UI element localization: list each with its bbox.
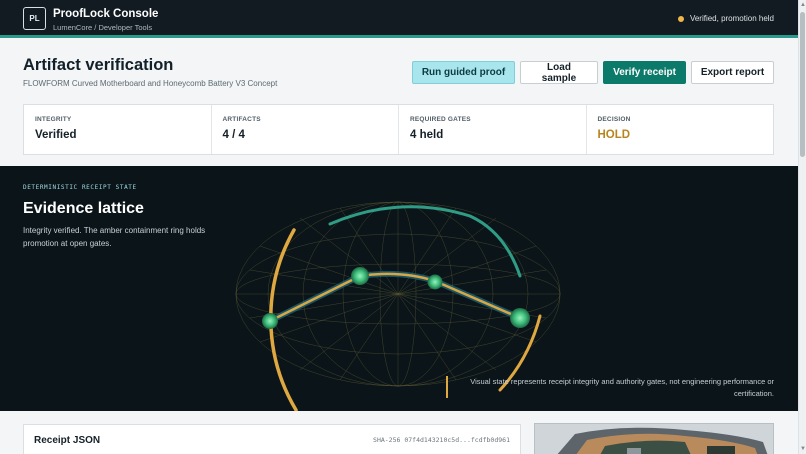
concept-image [534,423,774,454]
lattice-wireframe [235,201,561,387]
decision-badge: HOLD [597,129,631,141]
evidence-node [351,267,369,285]
app-logo: PL [23,7,46,30]
stat-value: 4 held [410,129,444,141]
hero-description: Integrity verified. The amber containmen… [23,226,206,248]
evidence-path-glow [267,270,523,324]
status-indicator: Verified, promotion held [677,14,774,23]
receipt-title: Receipt JSON [34,435,101,446]
app-title: ProofLock Console [53,8,159,20]
scroll-down-icon[interactable]: ▼ [799,445,806,453]
evidence-node [427,274,443,290]
evidence-node [262,313,278,329]
hero-disclaimer: Visual state represents receipt integrit… [470,377,774,398]
teal-arc-top [328,205,522,278]
page-scrollbar[interactable]: ▲ ▼ [798,0,806,454]
stat-integrity: INTEGRITY Verified [24,105,212,154]
stat-required-gates: REQUIRED GATES 4 held [399,105,587,154]
motherboard-render [535,424,773,454]
stat-value: 4 / 4 [222,129,245,141]
stat-artifacts: ARTIFACTS 4 / 4 [212,105,399,154]
hero-eyebrow: DETERMINISTIC RECEIPT STATE [23,184,137,191]
stat-label: REQUIRED GATES [410,116,471,123]
top-bar: PL ProofLock Console LumenCore / Develop… [0,0,798,38]
export-report-button[interactable]: Export report [691,61,774,84]
hero-title: Evidence lattice [23,200,144,217]
stat-value: Verified [35,129,77,141]
load-sample-button[interactable]: Load sample [520,61,598,84]
receipt-hash: SHA-256 07f4d143210c5d...fcdfb0d961 [373,436,510,444]
status-text: Verified, promotion held [689,14,774,23]
receipt-json-panel: Receipt JSON SHA-256 07f4d143210c5d...fc… [23,424,521,454]
evidence-node [510,308,530,328]
status-dot-icon [677,15,684,22]
app-breadcrumb: LumenCore / Developer Tools [53,23,153,32]
scroll-up-icon[interactable]: ▲ [799,1,806,9]
evidence-lattice-panel: DETERMINISTIC RECEIPT STATE Evidence lat… [0,166,798,411]
stat-label: ARTIFACTS [222,116,261,123]
stat-decision: DECISION HOLD [587,105,774,154]
stat-label: DECISION [597,116,631,123]
page-subtitle: FLOWFORM Curved Motherboard and Honeycom… [23,79,278,88]
verify-receipt-button[interactable]: Verify receipt [603,61,686,84]
stat-label: INTEGRITY [35,116,72,123]
action-toolbar: Run guided proof Load sample Verify rece… [412,61,774,84]
scroll-thumb[interactable] [800,12,805,157]
run-guided-proof-button[interactable]: Run guided proof [412,61,515,84]
page-title: Artifact verification [23,56,174,74]
summary-stats: INTEGRITY Verified ARTIFACTS 4 / 4 REQUI… [23,104,774,155]
evidence-path [268,272,522,323]
